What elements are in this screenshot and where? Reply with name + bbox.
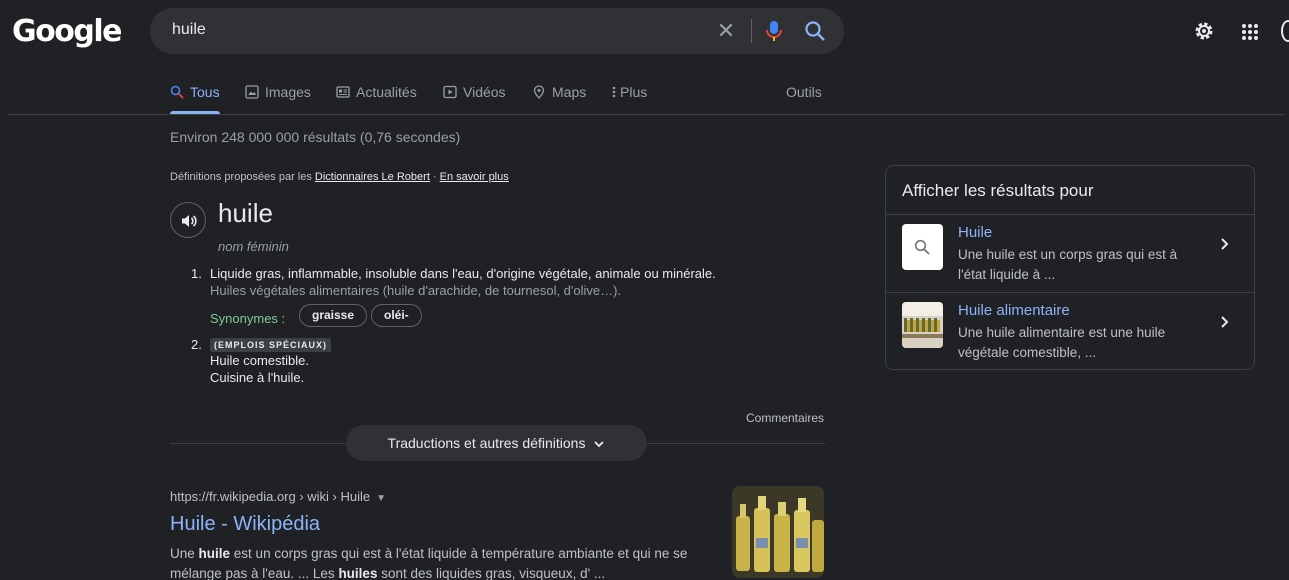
panel-item-desc: Une huile est un corps gras qui est à l'… — [958, 247, 1178, 282]
synonym-chip[interactable]: oléi- — [371, 304, 422, 327]
usage-tag: (EMPLOIS SPÉCIAUX) — [210, 338, 332, 352]
tab-news[interactable]: Actualités — [336, 84, 417, 114]
search-divider — [751, 19, 752, 43]
panel-item-thumbnail — [902, 302, 943, 348]
translations-label: Traductions et autres définitions — [387, 435, 586, 451]
search-icon — [914, 239, 930, 255]
map-pin-icon — [533, 85, 545, 99]
result-title-link[interactable]: Huile - Wikipédia — [170, 513, 320, 536]
definition-text: Huile comestible. — [210, 353, 309, 368]
gear-icon[interactable] — [1192, 19, 1216, 43]
snippet-bold: huile — [198, 546, 231, 561]
tabs-divider — [7, 114, 1285, 115]
tab-label: Vidéos — [463, 84, 506, 100]
feedback-link[interactable]: Commentaires — [746, 411, 824, 425]
oil-jars-image — [902, 302, 943, 348]
definition-number: 1. — [191, 266, 202, 281]
definition-example: Huiles végétales alimentaires (huile d'a… — [210, 283, 622, 298]
chevron-right-icon — [1221, 316, 1229, 328]
speaker-icon — [182, 215, 197, 227]
dictionary-link[interactable]: Dictionnaires Le Robert — [315, 171, 430, 183]
caret-down-icon[interactable]: ▼ — [376, 493, 386, 504]
tab-label: Tous — [190, 84, 220, 100]
panel-item-desc: Une huile alimentaire est une huile végé… — [958, 325, 1166, 360]
synonyms-label: Synonymes : — [210, 311, 286, 326]
clear-icon[interactable]: ✕ — [715, 20, 737, 42]
tab-images[interactable]: Images — [245, 84, 311, 114]
definition-text: Liquide gras, inflammable, insoluble dan… — [210, 266, 716, 281]
panel-title: Afficher les résultats pour — [902, 181, 1094, 200]
result-cite-text: https://fr.wikipedia.org › wiki › Huile — [170, 489, 371, 504]
tab-label: Outils — [786, 84, 822, 100]
results-for-panel: Afficher les résultats pour Huile Une hu… — [885, 165, 1255, 370]
source-prefix: Définitions proposées par les — [170, 171, 312, 183]
synonym-chip[interactable]: graisse — [299, 304, 368, 327]
snippet-text: sont des liquides gras, visqueux, d' ... — [377, 566, 606, 580]
tab-tools[interactable]: Outils — [786, 84, 822, 114]
chevron-right-icon — [1221, 238, 1229, 250]
tab-videos[interactable]: Vidéos — [443, 84, 506, 114]
tab-label: Maps — [552, 84, 587, 100]
tab-all[interactable]: Tous — [170, 84, 220, 114]
learn-more-link[interactable]: En savoir plus — [440, 171, 509, 183]
chevron-down-icon — [594, 441, 605, 448]
tab-label: Plus — [620, 84, 648, 100]
dictionary-word: huile — [218, 198, 273, 228]
tab-more[interactable]: Plus — [611, 84, 647, 114]
snippet-text: Une — [170, 546, 199, 561]
apps-grid-icon[interactable] — [1240, 22, 1260, 42]
news-icon — [336, 86, 350, 98]
result-thumbnail[interactable] — [732, 486, 824, 578]
image-icon — [245, 85, 259, 99]
panel-item-name: Huile — [958, 224, 993, 241]
result-snippet: Une huile est un corps gras qui est à l'… — [170, 544, 720, 580]
panel-item-huile-alimentaire[interactable]: Huile alimentaire Une huile alimentaire … — [886, 293, 1254, 370]
oil-bottles-image — [732, 486, 824, 578]
search-box[interactable]: ✕ — [150, 8, 844, 54]
result-stats: Environ 248 000 000 résultats (0,76 seco… — [170, 129, 461, 145]
panel-item-thumbnail — [902, 224, 943, 270]
video-icon — [443, 85, 457, 99]
pronunciation-button[interactable] — [170, 202, 206, 238]
tab-label: Actualités — [356, 84, 417, 100]
part-of-speech: nom féminin — [218, 239, 289, 254]
search-icon — [170, 85, 184, 99]
source-separator: · — [429, 171, 440, 183]
result-url[interactable]: https://fr.wikipedia.org › wiki › Huile ▼ — [170, 489, 386, 504]
definition-example: Cuisine à l'huile. — [210, 370, 305, 385]
definition-number: 2. — [191, 337, 202, 352]
search-icon[interactable] — [804, 20, 826, 42]
snippet-bold: huiles — [338, 566, 378, 580]
search-input[interactable] — [172, 21, 692, 39]
dictionary-source: Définitions proposées par les Dictionnai… — [170, 171, 509, 183]
translations-button[interactable]: Traductions et autres définitions — [346, 425, 647, 461]
panel-item-name: Huile alimentaire — [958, 302, 1070, 319]
search-tabs: Tous Images Actualités Vidéos Maps Plus … — [170, 84, 825, 114]
microphone-icon[interactable] — [764, 19, 784, 43]
panel-item-huile[interactable]: Huile Une huile est un corps gras qui es… — [886, 215, 1254, 292]
tab-maps[interactable]: Maps — [532, 84, 586, 114]
more-vertical-icon — [612, 86, 616, 98]
tab-label: Images — [265, 84, 311, 100]
google-logo[interactable]: Google — [12, 14, 122, 49]
account-avatar[interactable] — [1281, 20, 1289, 42]
